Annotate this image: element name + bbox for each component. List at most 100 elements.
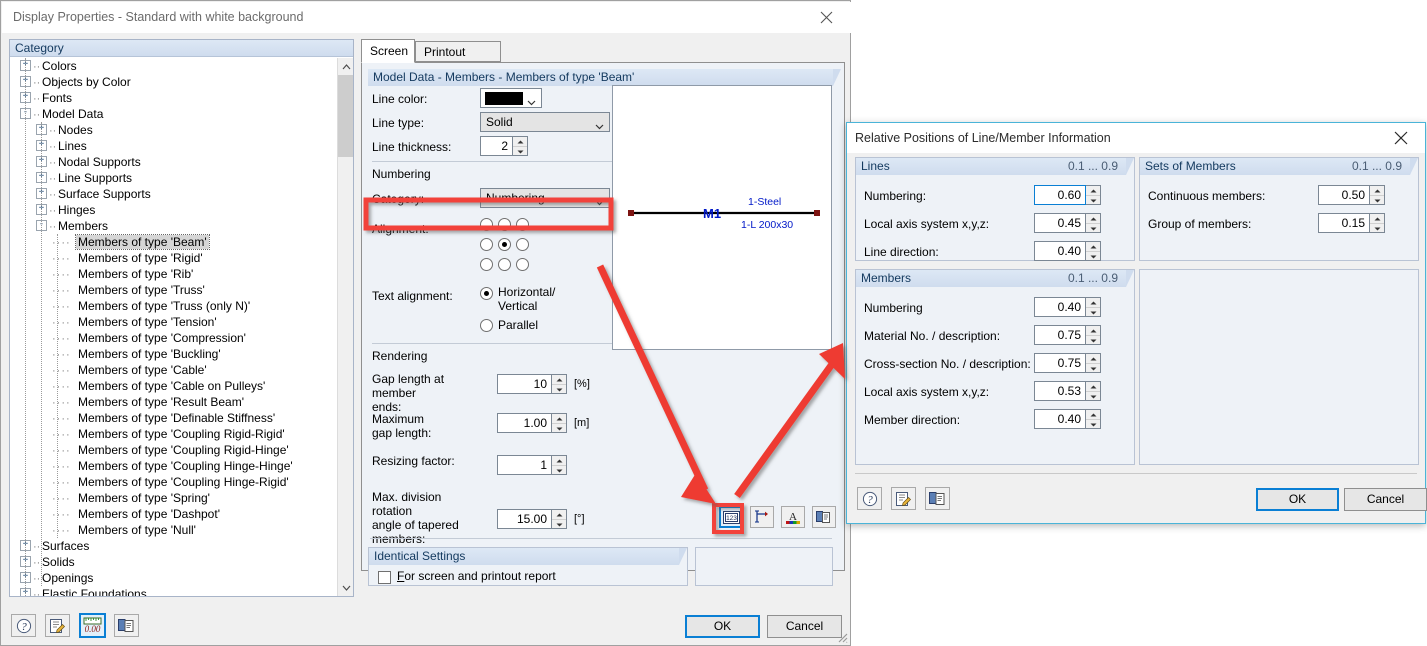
edit-icon-button[interactable] (891, 487, 916, 510)
scroll-down-icon[interactable] (338, 579, 354, 596)
alignment-radio-1[interactable] (498, 218, 511, 231)
rendering-spin-buttons[interactable] (552, 413, 567, 433)
tree-item[interactable]: ···· Members of type 'Compression' (10, 330, 337, 346)
line-color-combo[interactable] (480, 88, 542, 108)
rel-spin-buttons[interactable] (1086, 381, 1101, 401)
tree-item[interactable]: ···· Members of type 'Result Beam' (10, 394, 337, 410)
tree-item[interactable]: + ·· Elastic Foundations (10, 586, 337, 596)
spin-down-icon[interactable] (1086, 224, 1100, 233)
rendering-row-input[interactable]: 1 (497, 455, 552, 475)
line-type-combo[interactable]: Solid (480, 112, 610, 132)
text-align-horizontal-vertical-radio[interactable] (480, 287, 493, 300)
spin-down-icon[interactable] (552, 520, 566, 529)
spin-up-icon[interactable] (513, 137, 527, 147)
rel-row-input[interactable]: 0.50 (1318, 185, 1370, 205)
rel-row-input[interactable]: 0.40 (1034, 409, 1086, 429)
tree-item[interactable]: ···· Members of type 'Null' (10, 522, 337, 538)
copy-settings-icon-button[interactable] (925, 487, 950, 510)
tree-item[interactable]: ···· Members of type 'Rib' (10, 266, 337, 282)
rel-spin-buttons[interactable] (1086, 213, 1101, 233)
rel-row-input[interactable]: 0.60 (1034, 185, 1086, 205)
resize-grip-icon[interactable] (835, 630, 849, 644)
rel-spin-buttons[interactable] (1086, 241, 1101, 261)
rendering-spin-buttons[interactable] (552, 374, 567, 394)
close-icon[interactable] (1378, 123, 1423, 153)
copy-settings-icon-button[interactable] (114, 614, 139, 637)
spin-down-icon[interactable] (552, 424, 566, 433)
spin-down-icon[interactable] (1086, 308, 1100, 317)
text-align-parallel-radio[interactable] (480, 319, 493, 332)
help-icon-button[interactable]: ? (857, 487, 882, 510)
tree-item[interactable]: ···· Members of type 'Truss' (10, 282, 337, 298)
spin-up-icon[interactable] (1086, 410, 1100, 420)
relative-positions-icon-button[interactable]: 0.00 (79, 613, 106, 638)
category-tree-scroll[interactable]: + ·· Colors + ·· Objects by Color + ·· Fonts - ·· M… (10, 58, 353, 596)
rel-row-input[interactable]: 0.75 (1034, 325, 1086, 345)
rel-spin-buttons[interactable] (1370, 213, 1385, 233)
spin-up-icon[interactable] (552, 414, 566, 424)
alignment-radio-0[interactable] (480, 218, 493, 231)
tree-item[interactable]: + ·· Nodal Supports (10, 154, 337, 170)
rel-row-input[interactable]: 0.53 (1034, 381, 1086, 401)
rel-row-input[interactable]: 0.15 (1318, 213, 1370, 233)
copy-settings-icon-button[interactable] (812, 506, 836, 528)
tree-item[interactable]: ···· Members of type 'Tension' (10, 314, 337, 330)
spin-up-icon[interactable] (1086, 214, 1100, 224)
tree-vertical-scrollbar[interactable] (337, 58, 353, 596)
rendering-spin-buttons[interactable] (552, 455, 567, 475)
local-axes-icon-button[interactable] (750, 506, 774, 528)
spin-down-icon[interactable] (552, 385, 566, 394)
tree-item[interactable]: + ·· Line Supports (10, 170, 337, 186)
tree-item[interactable]: + ·· Nodes (10, 122, 337, 138)
tree-item[interactable]: + ·· Surface Supports (10, 186, 337, 202)
rel-row-input[interactable]: 0.45 (1034, 213, 1086, 233)
line-thickness-input[interactable]: 2 (480, 136, 513, 156)
tree-item[interactable]: ···· Members of type 'Beam' (10, 234, 337, 250)
rendering-row-input[interactable]: 10 (497, 374, 552, 394)
tree-item[interactable]: - ·· Model Data (10, 106, 337, 122)
tree-item[interactable]: ···· Members of type 'Buckling' (10, 346, 337, 362)
edit-icon-button[interactable] (45, 614, 70, 637)
spin-up-icon[interactable] (1370, 214, 1384, 224)
alignment-radio-2[interactable] (516, 218, 529, 231)
tree-item[interactable]: + ·· Objects by Color (10, 74, 337, 90)
rel-spin-buttons[interactable] (1086, 185, 1101, 205)
tree-item[interactable]: + ·· Solids (10, 554, 337, 570)
spin-up-icon[interactable] (1086, 298, 1100, 308)
tree-item[interactable]: + ·· Colors (10, 58, 337, 74)
for-screen-and-printout-checkbox[interactable] (378, 571, 391, 584)
alignment-radio-7[interactable] (498, 258, 511, 271)
spin-up-icon[interactable] (1086, 354, 1100, 364)
numbering-123-icon-button[interactable]: 123 (719, 506, 743, 528)
tree-item[interactable]: ···· Members of type 'Cable' (10, 362, 337, 378)
tree-scroll-thumb[interactable] (338, 75, 353, 157)
tree-item[interactable]: + ·· Lines (10, 138, 337, 154)
tree-item[interactable]: ···· Members of type 'Rigid' (10, 250, 337, 266)
tree-item[interactable]: ···· Members of type 'Cable on Pulleys' (10, 378, 337, 394)
rel-spin-buttons[interactable] (1086, 353, 1101, 373)
tree-item[interactable]: + ·· Openings (10, 570, 337, 586)
spin-down-icon[interactable] (513, 147, 527, 156)
spin-up-icon[interactable] (552, 375, 566, 385)
spin-up-icon[interactable] (1086, 326, 1100, 336)
rendering-spin-buttons[interactable] (552, 509, 567, 529)
rel-spin-buttons[interactable] (1086, 409, 1101, 429)
tree-item[interactable]: ···· Members of type 'Coupling Hinge-Rigi… (10, 474, 337, 490)
alignment-radio-4[interactable] (498, 238, 511, 251)
tree-item[interactable]: ···· Members of type 'Coupling Rigid-Hing… (10, 442, 337, 458)
rendering-row-input[interactable]: 15.00 (497, 509, 552, 529)
rel-spin-buttons[interactable] (1370, 185, 1385, 205)
tree-item[interactable]: ···· Members of type 'Truss (only N)' (10, 298, 337, 314)
rel-row-input[interactable]: 0.40 (1034, 297, 1086, 317)
tree-item[interactable]: ···· Members of type 'Coupling Rigid-Rigi… (10, 426, 337, 442)
spin-up-icon[interactable] (1086, 242, 1100, 252)
font-color-icon-button[interactable]: A (781, 506, 805, 528)
rel-row-input[interactable]: 0.40 (1034, 241, 1086, 261)
tree-item[interactable]: ···· Members of type 'Spring' (10, 490, 337, 506)
scroll-up-icon[interactable] (338, 58, 354, 75)
spin-down-icon[interactable] (1086, 252, 1100, 261)
tree-item[interactable]: + ·· Hinges (10, 202, 337, 218)
tab-screen[interactable]: Screen (361, 39, 415, 63)
alignment-radio-6[interactable] (480, 258, 493, 271)
rel-row-input[interactable]: 0.75 (1034, 353, 1086, 373)
